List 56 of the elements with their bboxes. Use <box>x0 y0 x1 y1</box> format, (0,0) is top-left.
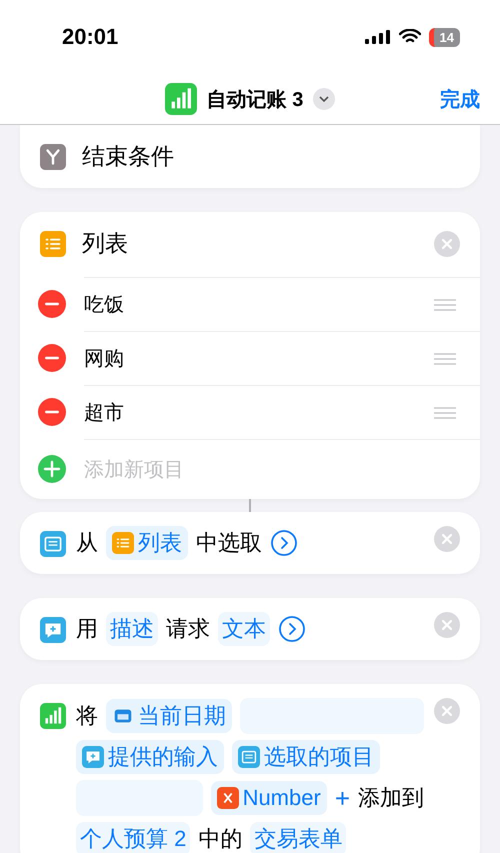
delete-icon[interactable] <box>38 344 66 372</box>
close-icon <box>441 705 453 717</box>
drag-handle-icon[interactable] <box>434 406 456 418</box>
remove-button[interactable] <box>434 698 460 724</box>
variable-token[interactable]: 选取的项目 <box>232 740 380 774</box>
drag-handle-icon[interactable] <box>434 298 456 310</box>
action-text: 从 <box>76 529 98 557</box>
variable-token[interactable]: 列表 <box>106 526 188 560</box>
parameter-token[interactable]: 个人预算 2 <box>76 822 190 853</box>
action-text: 请求 <box>166 615 210 643</box>
remove-button[interactable] <box>434 612 460 638</box>
list-icon <box>40 230 66 256</box>
variable-icon <box>216 787 239 809</box>
action-text: 中的 <box>198 825 242 853</box>
delete-icon[interactable] <box>38 290 66 318</box>
branch-icon <box>40 144 66 170</box>
list-icon <box>112 532 134 554</box>
chevron-down-icon[interactable] <box>313 88 336 110</box>
parameter-token[interactable]: 文本 <box>218 612 270 646</box>
list-item-text[interactable]: 超市 <box>84 399 434 426</box>
action-title: 结束条件 <box>82 142 175 171</box>
signal-icon <box>364 29 391 45</box>
shortcut-title: 自动记账 3 <box>206 88 304 112</box>
close-icon <box>441 619 453 631</box>
remove-button[interactable] <box>434 230 460 256</box>
battery-level: 14 <box>428 28 460 46</box>
speech-bubble-icon <box>82 746 104 768</box>
action-title: 列表 <box>82 229 129 258</box>
list-card-icon <box>40 531 66 557</box>
close-icon <box>441 238 453 250</box>
action-text: 中选取 <box>196 529 262 557</box>
done-button[interactable]: 完成 <box>440 86 480 112</box>
add-icon[interactable] <box>38 455 66 483</box>
parameter-token[interactable]: 描述 <box>106 612 158 646</box>
parameter-token[interactable]: 交易表单 <box>250 822 346 853</box>
action-text: 用 <box>76 615 98 643</box>
drag-handle-icon[interactable] <box>434 352 456 364</box>
bar-chart-icon <box>164 83 197 115</box>
variable-token[interactable]: 当前日期 <box>106 699 232 733</box>
list-item-text[interactable]: 网购 <box>84 345 434 372</box>
variable-token[interactable]: Number <box>210 781 327 815</box>
action-text: 添加到 <box>358 784 424 812</box>
expand-chevron-icon[interactable] <box>278 615 306 643</box>
wifi-icon <box>398 29 421 45</box>
delete-icon[interactable] <box>38 398 66 426</box>
operator-text[interactable]: + <box>334 781 350 815</box>
bar-chart-icon <box>40 703 66 729</box>
list-item-text[interactable]: 吃饭 <box>84 291 434 318</box>
expand-chevron-icon[interactable] <box>270 529 298 557</box>
remove-button[interactable] <box>434 526 460 552</box>
action-text: 将 <box>76 702 98 730</box>
variable-token[interactable]: 提供的输入 <box>76 740 224 774</box>
list-card-icon <box>238 746 260 768</box>
speech-bubble-icon <box>40 617 66 643</box>
close-icon <box>441 533 453 545</box>
status-time: 20:01 <box>62 24 118 50</box>
